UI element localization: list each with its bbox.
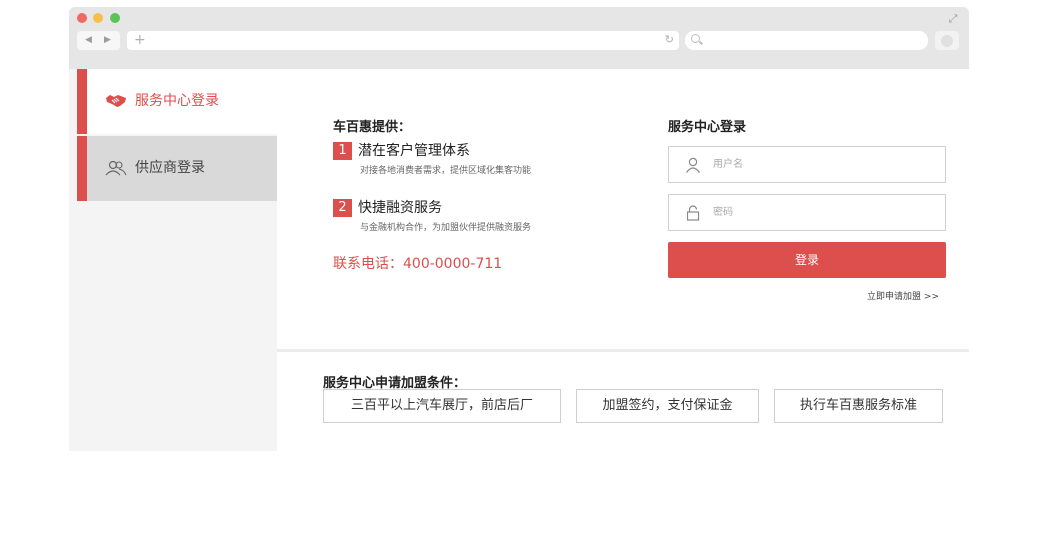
sidebar-item-label: 服务中心登录 [135, 93, 219, 109]
close-window-button[interactable] [77, 13, 87, 23]
sidebar-item-label: 供应商登录 [135, 160, 205, 176]
minimize-window-button[interactable] [93, 13, 103, 23]
password-field[interactable] [668, 194, 946, 231]
user-icon [686, 157, 700, 173]
login-form-title: 服务中心登录 [668, 120, 747, 135]
intro-title: 车百惠提供： [333, 120, 412, 135]
new-tab-icon[interactable]: + [134, 33, 146, 47]
sidebar: 服务中心登录 供应商登录 [69, 69, 277, 451]
apply-join-link[interactable]: 立即申请加盟 >> [867, 291, 939, 303]
feature-number-badge: 1 [333, 142, 352, 160]
extension-button[interactable] [935, 31, 959, 50]
browser-toolbar: ⤢ ◀ ▶ + ↻ [69, 7, 969, 69]
tab-indicator [77, 136, 87, 201]
handshake-icon [106, 95, 126, 107]
username-input[interactable] [713, 147, 933, 182]
username-field[interactable] [668, 146, 946, 183]
condition-item: 执行车百惠服务标准 [774, 389, 943, 423]
zoom-window-button[interactable] [110, 13, 120, 23]
reload-icon[interactable]: ↻ [665, 34, 674, 46]
feature-description: 与金融机构合作，为加盟伙伴提供融资服务 [360, 223, 532, 233]
feature-number-badge: 2 [333, 199, 352, 217]
fullscreen-icon[interactable]: ⤢ [947, 13, 959, 25]
lock-icon [686, 205, 700, 221]
condition-item: 加盟签约，支付保证金 [576, 389, 759, 423]
extension-icon [941, 35, 953, 47]
forward-arrow-icon[interactable]: ▶ [104, 34, 111, 46]
sidebar-item-service-center-login[interactable]: 服务中心登录 [77, 69, 277, 134]
back-arrow-icon[interactable]: ◀ [85, 34, 92, 46]
address-bar[interactable]: + ↻ [127, 31, 679, 50]
feature-title: 快捷融资服务 [358, 200, 442, 216]
password-input[interactable] [713, 195, 933, 230]
feature-description: 对接各地消费者需求，提供区域化集客功能 [360, 166, 532, 176]
search-icon [691, 34, 700, 43]
browser-window: ⤢ ◀ ▶ + ↻ 服务中心登录 供应商登录 车百惠提供： 1 潜在客户管理体系… [69, 7, 969, 451]
conditions-section: 服务中心申请加盟条件： 三百平以上汽车展厅，前店后厂 加盟签约，支付保证金 执行… [277, 352, 969, 451]
sidebar-item-supplier-login[interactable]: 供应商登录 [77, 136, 277, 201]
users-icon [105, 160, 127, 176]
browser-search-field[interactable] [685, 31, 928, 50]
condition-item: 三百平以上汽车展厅，前店后厂 [323, 389, 561, 423]
feature-title: 潜在客户管理体系 [358, 143, 470, 159]
login-button[interactable]: 登录 [668, 242, 946, 278]
active-indicator [77, 69, 87, 134]
contact-phone: 联系电话：400-0000-711 [333, 256, 503, 272]
nav-buttons: ◀ ▶ [77, 31, 120, 50]
login-panel: 车百惠提供： 1 潜在客户管理体系 对接各地消费者需求，提供区域化集客功能 2 … [277, 69, 969, 349]
